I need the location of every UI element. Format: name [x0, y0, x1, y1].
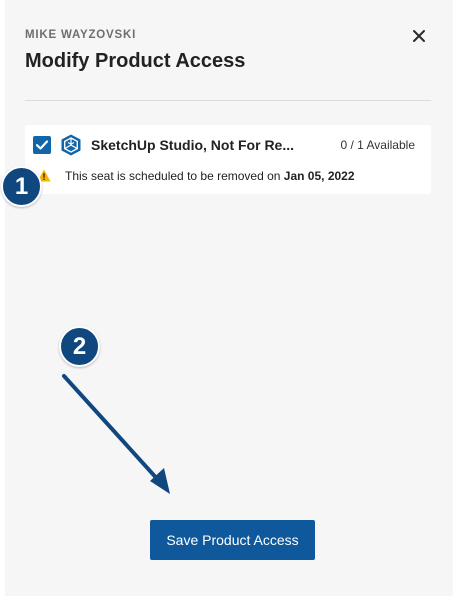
sketchup-logo-icon — [61, 134, 81, 156]
close-icon[interactable] — [409, 26, 429, 46]
checkmark-icon — [35, 140, 49, 150]
user-name: MIKE WAYZOVSKI — [25, 29, 137, 41]
divider — [25, 100, 431, 101]
warning-text: This seat is scheduled to be removed on — [65, 169, 284, 183]
save-product-access-button[interactable]: Save Product Access — [150, 520, 315, 560]
modify-access-panel: MIKE WAYZOVSKI Modify Product Access Ske… — [5, 0, 453, 596]
step-callout-2: 2 — [59, 326, 100, 367]
step-callout-1: 1 — [1, 166, 42, 207]
removal-date: Jan 05, 2022 — [283, 169, 355, 183]
product-checkbox[interactable] — [33, 136, 51, 154]
removal-warning: This seat is scheduled to be removed on … — [65, 169, 355, 183]
seat-availability: 0 / 1 Available — [340, 138, 415, 152]
panel-title: Modify Product Access — [25, 50, 246, 72]
product-row: SketchUp Studio, Not For Re... 0 / 1 Ava… — [25, 125, 431, 194]
product-name: SketchUp Studio, Not For Re... — [91, 137, 295, 153]
close-button[interactable] — [409, 26, 429, 46]
